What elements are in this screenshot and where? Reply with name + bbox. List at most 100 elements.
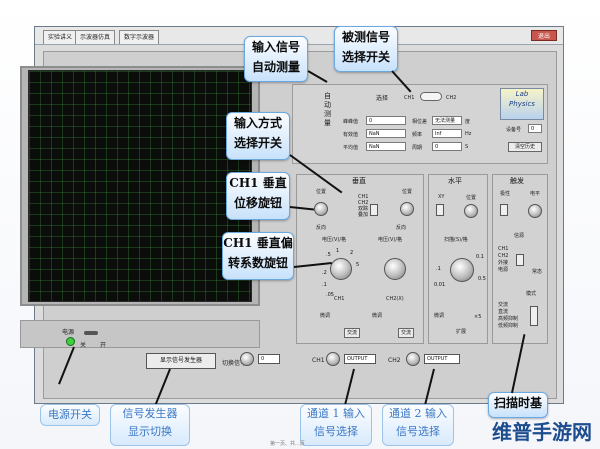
- trigger-mode-switch[interactable]: [530, 306, 538, 326]
- callout-input-auto-line2: 自动测量: [251, 60, 300, 74]
- callout-scan-timebase: 扫描时基: [488, 392, 548, 418]
- ch1-volts-knob[interactable]: [330, 258, 352, 280]
- tab-oscilloscope-sim[interactable]: 示波器仿真: [75, 30, 116, 44]
- ch1-coupling-button[interactable]: 交流: [344, 328, 360, 338]
- source-ch2[interactable]: CH2: [498, 253, 508, 259]
- caption-ch1-input-line2: 信号选择: [314, 425, 358, 438]
- mode-add[interactable]: 叠加: [358, 212, 368, 218]
- trigger-mode-ac[interactable]: 交流: [498, 302, 508, 308]
- callout-signal-select: 被测信号 选择开关: [334, 26, 398, 72]
- callout-signal-select-line2: 选择开关: [341, 50, 390, 64]
- phase-value: 无法测量: [432, 116, 462, 125]
- auto-measure-title: 自 动 测 量: [324, 92, 334, 128]
- horizontal-title: 水平: [448, 177, 462, 185]
- ch2-volts-label: 电压(V)/格: [378, 237, 403, 243]
- caption-ch1-input-line1: 通道 1 输入: [307, 407, 365, 420]
- power-switch[interactable]: [84, 331, 98, 335]
- tab-digital-oscilloscope[interactable]: 数字示波器: [119, 30, 160, 44]
- callout-input-auto-measure: 输入信号 自动测量: [244, 36, 308, 82]
- ch1-output-knob[interactable]: [326, 352, 340, 366]
- power-off-label: 关: [80, 342, 87, 349]
- polarity-switch[interactable]: [500, 204, 508, 216]
- oscilloscope-screen: [28, 70, 252, 302]
- ch2-volts-knob[interactable]: [384, 258, 406, 280]
- power-on-label: 开: [100, 342, 107, 349]
- caption-power-switch: 电源开关: [40, 404, 100, 426]
- ch1-output-select[interactable]: OUTPUT: [344, 354, 376, 364]
- mode-switch[interactable]: [370, 204, 378, 216]
- period-label: 周期: [412, 145, 423, 151]
- average-value: NaN: [366, 142, 406, 151]
- vertical-title: 垂直: [352, 177, 366, 185]
- source-external[interactable]: 外接: [498, 260, 508, 266]
- callout-signal-select-line1: 被测信号: [341, 30, 390, 44]
- ch1-tick-b: 1: [336, 248, 340, 254]
- ch2-output-label: CH2: [388, 357, 401, 364]
- switch-signal-knob[interactable]: [240, 352, 254, 366]
- phase-unit: 度: [465, 119, 471, 125]
- polarity-label: 极性: [500, 191, 511, 197]
- callout-ch1-volts: CH1 垂直偏 转系数旋钮: [222, 232, 294, 280]
- channel-select-toggle[interactable]: [420, 92, 442, 101]
- power-led[interactable]: [66, 337, 75, 346]
- trigger-mode-hf-reject[interactable]: 高频抑制: [498, 316, 518, 322]
- select-ch1-label: CH1: [404, 95, 415, 101]
- bottom-control-strip: [20, 320, 260, 348]
- show-signal-generator-button[interactable]: 显示信号发生器: [146, 353, 216, 369]
- trigger-mode-dc[interactable]: 直流: [498, 309, 508, 315]
- ch1-position-knob[interactable]: [314, 202, 328, 216]
- coupling-options: 交流 直流 高频抑制 低频抑制: [498, 302, 518, 330]
- ch2-output-knob[interactable]: [406, 352, 420, 366]
- callout-input-mode-line2: 选择开关: [233, 136, 282, 150]
- source-switch[interactable]: [516, 254, 524, 266]
- auto-measure-char-3: 测: [324, 110, 331, 118]
- source-power[interactable]: 电源: [498, 267, 508, 273]
- tb-tick-d: 0.5: [478, 276, 486, 282]
- trigger-mode-lf-reject[interactable]: 低频抑制: [498, 323, 518, 329]
- horizontal-position-knob[interactable]: [464, 204, 478, 218]
- caption-ch1-input: 通道 1 输入 信号选择: [300, 404, 372, 446]
- switch-signal-select[interactable]: 0: [258, 354, 280, 364]
- ch2-output-select[interactable]: OUTPUT: [424, 354, 460, 364]
- exit-button[interactable]: 退出: [531, 30, 557, 41]
- callout-ch1-volts-line2: 转系数旋钮: [227, 256, 288, 270]
- auto-measure-char-2: 动: [324, 101, 331, 109]
- level-knob[interactable]: [528, 204, 542, 218]
- tab-lecture[interactable]: 实验讲义: [43, 30, 78, 44]
- select-ch2-label: CH2: [446, 95, 457, 101]
- callout-ch1-offset-line1: CH1 垂直: [229, 176, 287, 190]
- timebase-label: 扫描(S)/格: [444, 237, 468, 243]
- source-options: CH1 CH2 外接 电源: [498, 246, 508, 274]
- source-ch1[interactable]: CH1: [498, 246, 508, 252]
- logo-line-2: Physics: [509, 100, 535, 108]
- device-field[interactable]: 0: [528, 124, 542, 133]
- ch2-fine-label: 微调: [372, 313, 383, 319]
- power-label: 电源: [62, 329, 75, 336]
- caption-siggen: 信号发生器 显示切换: [110, 404, 190, 446]
- ch1-volts-label: 电压(V)/格: [322, 237, 347, 243]
- clear-history-button[interactable]: 清空历史: [508, 142, 542, 152]
- phase-label: 相位差: [412, 119, 428, 125]
- auto-measure-char-1: 自: [324, 92, 331, 100]
- xy-label: XY: [438, 194, 445, 200]
- callout-input-auto-line1: 输入信号: [251, 40, 300, 54]
- ch1-knob-label: CH1: [334, 296, 345, 302]
- ch1-fine-label: 微调: [320, 313, 331, 319]
- peak-label: 峰峰值: [343, 119, 359, 125]
- normal-label: 常态: [532, 269, 543, 275]
- timebase-knob[interactable]: [450, 258, 474, 282]
- source-label: 信源: [514, 233, 525, 239]
- trigger-title: 触发: [510, 177, 524, 185]
- expand-label: 扩展: [456, 329, 467, 335]
- auto-measure-char-4: 量: [324, 119, 331, 127]
- callout-ch1-volts-line1: CH1 垂直偏: [223, 236, 293, 250]
- ch2-coupling-button[interactable]: 交流: [398, 328, 414, 338]
- ch1-tick-a: .5: [326, 252, 331, 258]
- callout-input-mode-line1: 输入方式: [233, 116, 282, 130]
- xy-switch[interactable]: [436, 204, 444, 216]
- ch1-tick-f: .1: [322, 282, 327, 288]
- rms-label: 有效值: [343, 132, 359, 138]
- ch1-invert-label: 反向: [316, 225, 327, 231]
- caption-siggen-line1: 信号发生器: [122, 407, 178, 420]
- ch2-position-knob[interactable]: [400, 202, 414, 216]
